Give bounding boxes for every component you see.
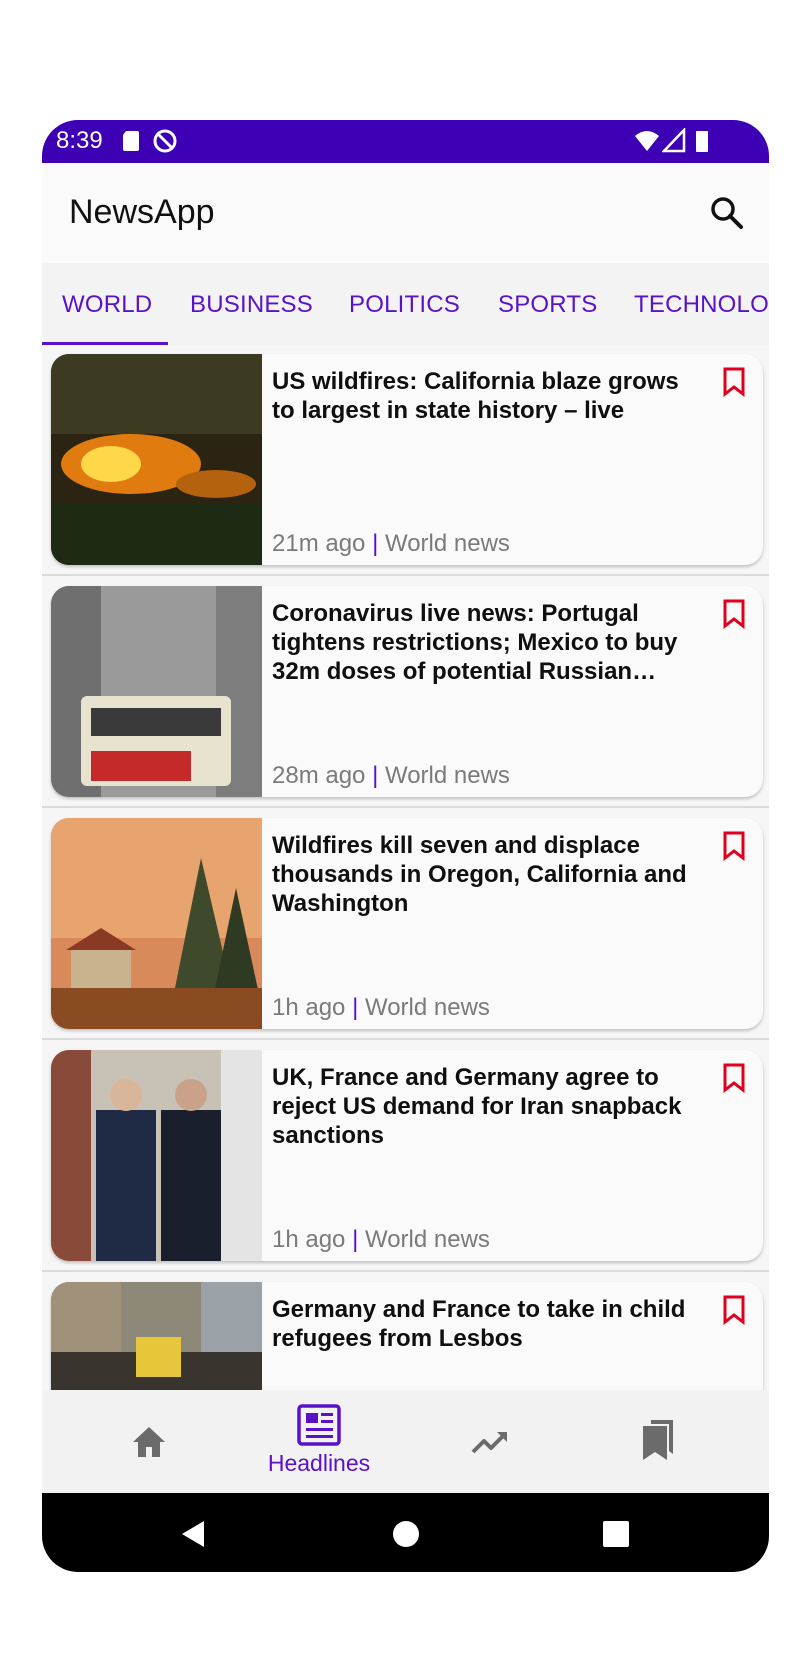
- article-title: US wildfires: California blaze grows to …: [272, 368, 679, 424]
- home-icon: [133, 1427, 165, 1457]
- status-time: 8:39: [56, 127, 103, 154]
- wifi-icon: [635, 131, 659, 151]
- bookmark-icon[interactable]: [722, 831, 746, 861]
- article-section: World news: [364, 1226, 490, 1253]
- recents-icon[interactable]: [603, 1521, 629, 1547]
- divider: [42, 574, 769, 576]
- tab-technology[interactable]: TECHNOLOGY: [634, 291, 769, 319]
- article-title: UK, France and Germany agree to reject U…: [272, 1064, 682, 1149]
- divider: [42, 806, 769, 808]
- trending-icon: [471, 1432, 507, 1454]
- article-section: World news: [384, 762, 510, 789]
- divider: [42, 1270, 769, 1272]
- nav-label-headlines: Headlines: [267, 1450, 371, 1476]
- news-card[interactable]: Coronavirus live news: Portugal tightens…: [51, 586, 763, 797]
- article-section: World news: [384, 530, 510, 557]
- meta-separator: |: [345, 994, 365, 1021]
- search-icon[interactable]: [701, 187, 753, 239]
- article-time: 21m ago: [272, 530, 366, 557]
- bookmark-icon[interactable]: [722, 1063, 746, 1093]
- battery-icon: [696, 131, 708, 152]
- tab-business[interactable]: BUSINESS: [190, 291, 313, 319]
- system-navigation-bar: [42, 1493, 769, 1572]
- back-icon[interactable]: [178, 1519, 208, 1549]
- article-title: Germany and France to take in child refu…: [272, 1296, 686, 1352]
- article-title: Coronavirus live news: Portugal tightens…: [272, 600, 678, 685]
- phone-screen: 8:39 NewsApp WORLD BUSINESS POLITICS SPO…: [42, 120, 769, 1572]
- article-thumbnail: [51, 586, 262, 797]
- news-card[interactable]: US wildfires: California blaze grows to …: [51, 354, 763, 565]
- newspaper-icon: [297, 1404, 341, 1446]
- tab-politics[interactable]: POLITICS: [349, 291, 460, 319]
- category-tabs: WORLD BUSINESS POLITICS SPORTS TECHNOLOG…: [42, 263, 769, 345]
- news-feed[interactable]: US wildfires: California blaze grows to …: [42, 345, 769, 1505]
- article-section: World news: [364, 994, 490, 1021]
- status-bar: 8:39: [42, 120, 769, 163]
- article-time: 1h ago: [272, 994, 346, 1021]
- home-button-icon[interactable]: [392, 1520, 420, 1548]
- article-time: 28m ago: [272, 762, 366, 789]
- signal-icon: [662, 128, 686, 153]
- article-meta: 1h ago | World news: [272, 1226, 490, 1254]
- article-title: Wildfires kill seven and displace thousa…: [272, 832, 687, 917]
- article-meta: 1h ago | World news: [272, 994, 490, 1022]
- article-meta: 28m ago | World news: [272, 762, 510, 790]
- bookmarks-icon: [643, 1420, 673, 1460]
- meta-separator: |: [365, 530, 385, 557]
- divider: [42, 1038, 769, 1040]
- bookmark-icon[interactable]: [722, 1295, 746, 1325]
- article-thumbnail: [51, 818, 262, 1029]
- article-thumbnail: [51, 354, 262, 565]
- tab-sports[interactable]: SPORTS: [498, 291, 597, 319]
- bottom-navigation: Headlines: [42, 1390, 769, 1493]
- nav-trending[interactable]: [404, 1390, 574, 1493]
- article-thumbnail: [51, 1050, 262, 1261]
- nav-saved[interactable]: [574, 1390, 744, 1493]
- nav-home[interactable]: [64, 1390, 234, 1493]
- tab-world[interactable]: WORLD: [62, 291, 152, 319]
- nav-headlines[interactable]: Headlines: [234, 1390, 404, 1493]
- app-bar: NewsApp: [42, 163, 769, 263]
- meta-separator: |: [345, 1226, 365, 1253]
- news-card[interactable]: Wildfires kill seven and displace thousa…: [51, 818, 763, 1029]
- news-card[interactable]: UK, France and Germany agree to reject U…: [51, 1050, 763, 1261]
- sd-card-icon: [123, 131, 139, 151]
- bookmark-icon[interactable]: [722, 367, 746, 397]
- do-not-disturb-icon: [153, 129, 177, 153]
- bookmark-icon[interactable]: [722, 599, 746, 629]
- article-time: 1h ago: [272, 1226, 346, 1253]
- meta-separator: |: [365, 762, 385, 789]
- article-meta: 21m ago | World news: [272, 530, 510, 558]
- app-title: NewsApp: [69, 193, 215, 231]
